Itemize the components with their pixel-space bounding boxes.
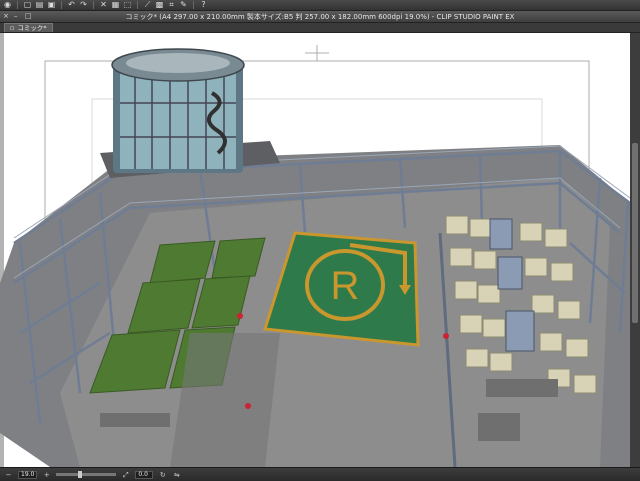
clip-studio-window: ◉ ▢ ▤ ▣ ↶ ↷ ✕ ▦ ⬚ ⟋ ▩ ⌗ ✎ ? × – □ コミック* … xyxy=(0,0,640,481)
fire-hydrant xyxy=(245,403,251,409)
eye-icon[interactable]: ◉ xyxy=(3,1,12,9)
snap-icon[interactable]: ⌗ xyxy=(167,1,176,9)
toolbar-separator xyxy=(93,1,94,9)
maximize-icon[interactable]: □ xyxy=(25,13,32,20)
flip-icon[interactable]: ⇋ xyxy=(172,471,181,479)
canvas-area[interactable]: R xyxy=(0,33,640,467)
zoom-slider[interactable] xyxy=(56,471,117,478)
fill-icon[interactable]: ▦ xyxy=(111,1,120,9)
pen-icon[interactable]: ✎ xyxy=(179,1,188,9)
clear-icon[interactable]: ✕ xyxy=(99,1,108,9)
save-icon[interactable]: ▣ xyxy=(47,1,56,9)
zoom-out-icon[interactable]: − xyxy=(4,471,13,479)
status-bar: − 19.0 + ⤢ 0.0 ↻ ⇋ xyxy=(0,467,640,481)
redo-icon[interactable]: ↷ xyxy=(79,1,88,9)
undo-icon[interactable]: ↶ xyxy=(67,1,76,9)
window-controls: × – □ xyxy=(3,13,32,20)
help-icon[interactable]: ? xyxy=(199,1,208,9)
tab-comic[interactable]: ▫ コミック* xyxy=(4,23,53,32)
zoom-slider-knob[interactable] xyxy=(78,471,83,478)
toolbar-separator xyxy=(17,1,18,9)
tab-label: コミック* xyxy=(17,24,47,32)
minimize-icon[interactable]: – xyxy=(14,13,21,20)
scrollbar-thumb[interactable] xyxy=(632,143,638,323)
toolbar-separator xyxy=(61,1,62,9)
window-title: コミック* (A4 297.00 x 210.00mm 製本サイズ:B5 判 2… xyxy=(125,12,515,21)
document-icon: ▫ xyxy=(10,24,15,32)
fit-icon[interactable]: ⤢ xyxy=(121,471,130,479)
new-icon[interactable]: ▢ xyxy=(23,1,32,9)
toolbar-separator xyxy=(193,1,194,9)
zoom-field[interactable]: 19.0 xyxy=(18,470,38,479)
toolbar-separator xyxy=(137,1,138,9)
document-tabs: ▫ コミック* xyxy=(0,23,640,33)
ruler-icon[interactable]: ⟋ xyxy=(143,1,152,9)
transform-icon[interactable]: ⬚ xyxy=(123,1,132,9)
grid-icon[interactable]: ▩ xyxy=(155,1,164,9)
close-icon[interactable]: × xyxy=(3,13,10,20)
helipad-letter: R xyxy=(331,264,360,308)
command-bar: ◉ ▢ ▤ ▣ ↶ ↷ ✕ ▦ ⬚ ⟋ ▩ ⌗ ✎ ? xyxy=(0,0,640,11)
rooftop-3d-scene[interactable]: R xyxy=(0,33,640,467)
rotate-icon[interactable]: ↻ xyxy=(158,471,167,479)
window-titlebar: × – □ コミック* (A4 297.00 x 210.00mm 製本サイズ:… xyxy=(0,11,640,23)
angle-field[interactable]: 0.0 xyxy=(135,470,154,479)
open-icon[interactable]: ▤ xyxy=(35,1,44,9)
fire-hydrant xyxy=(237,313,243,319)
fire-hydrant xyxy=(443,333,449,339)
zoom-in-icon[interactable]: + xyxy=(42,471,51,479)
